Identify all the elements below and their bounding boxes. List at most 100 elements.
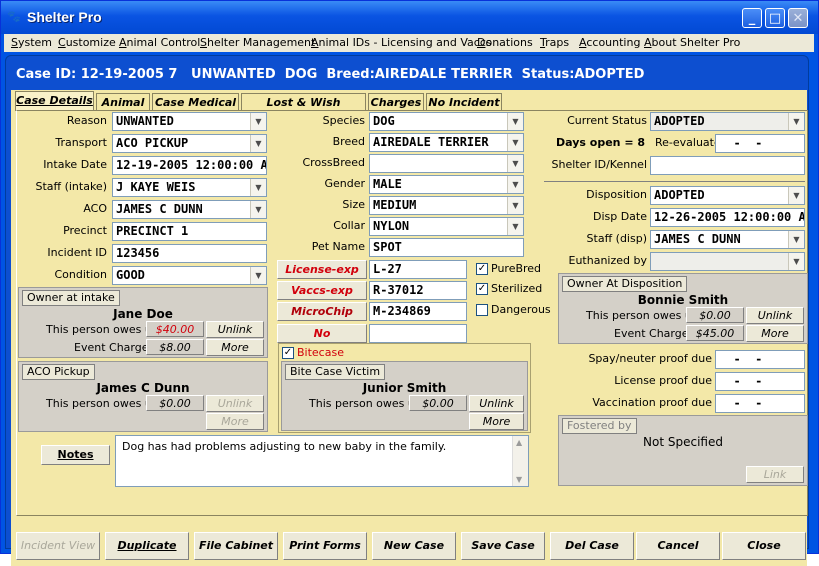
del-case-button[interactable]: Del Case — [550, 532, 634, 560]
staff-disp-select[interactable]: JAMES C DUNN ▼ — [650, 230, 805, 249]
case-form: Case ID: 12-19-2005 7 UNWANTED DOG Breed… — [5, 55, 809, 566]
chevron-down-icon[interactable]: ▼ — [250, 113, 266, 130]
transport-select[interactable]: ACO PICKUP ▼ — [112, 134, 267, 153]
maximize-button[interactable]: □ — [765, 8, 785, 28]
vacc-due-field[interactable]: - - — [715, 394, 805, 413]
tab-case-medical[interactable]: Case Medical — [152, 93, 239, 111]
bite-victim-more-button[interactable]: More — [469, 413, 524, 430]
aco-pickup-unlink-button[interactable]: Unlink — [206, 395, 264, 412]
species-select[interactable]: DOG ▼ — [369, 112, 524, 131]
menu-shelter-management[interactable]: Shelter Management — [200, 36, 315, 49]
incident-field[interactable]: 123456 — [112, 244, 267, 263]
vaccs-exp-button[interactable]: Vaccs-exp — [277, 281, 367, 300]
print-forms-button[interactable]: Print Forms — [283, 532, 367, 560]
title-bar[interactable]: 🐾 Shelter Pro _ □ ✕ — [1, 1, 818, 34]
notes-button[interactable]: Notes — [41, 445, 110, 465]
precinct-field[interactable]: PRECINCT 1 — [112, 222, 267, 241]
microchip-button[interactable]: MicroChip — [277, 302, 367, 321]
reason-select[interactable]: UNWANTED ▼ — [112, 112, 267, 131]
tab-charges[interactable]: Charges — [368, 93, 424, 111]
chevron-down-icon[interactable]: ▼ — [507, 176, 523, 193]
collar-select[interactable]: NYLON ▼ — [369, 217, 524, 236]
menu-donations[interactable]: Donations — [477, 36, 533, 49]
disp-date-field[interactable]: 12-26-2005 12:00:00 AM — [650, 208, 805, 227]
chevron-down-icon[interactable]: ▼ — [507, 134, 523, 151]
petname-field[interactable]: SPOT — [369, 238, 524, 257]
dangerous-checkbox[interactable] — [476, 304, 488, 316]
shelter-id-field[interactable] — [650, 156, 805, 175]
menu-system[interactable]: System — [11, 36, 52, 49]
euthanized-select[interactable]: ▼ — [650, 252, 805, 271]
sterilized-checkbox[interactable]: ✓ — [476, 283, 488, 295]
tab-animal[interactable]: Animal — [96, 93, 150, 111]
license-exp-button[interactable]: License-exp — [277, 260, 367, 279]
vaccs-field[interactable]: R-37012 — [369, 281, 467, 300]
new-case-button[interactable]: New Case — [372, 532, 456, 560]
bite-victim-group: Bite Case Victim Junior Smith This perso… — [281, 361, 528, 431]
condition-select[interactable]: GOOD ▼ — [112, 266, 267, 285]
tab-lost-wish[interactable]: Lost & Wish matches — [241, 93, 366, 127]
breed-label: Breed — [332, 135, 365, 148]
bite-victim-unlink-button[interactable]: Unlink — [469, 395, 524, 412]
duplicate-button[interactable]: Duplicate — [105, 532, 189, 560]
chevron-down-icon[interactable]: ▼ — [250, 267, 266, 284]
crossbreed-select[interactable]: ▼ — [369, 154, 524, 173]
aco-pickup-more-button[interactable]: More — [206, 413, 264, 430]
menu-customize[interactable]: Customize — [58, 36, 116, 49]
aco-select[interactable]: JAMES C DUNN ▼ — [112, 200, 267, 219]
chevron-down-icon[interactable]: ▼ — [507, 155, 523, 172]
spay-field[interactable]: - - — [715, 350, 805, 369]
menu-about[interactable]: About Shelter Pro — [644, 36, 740, 49]
noreg-field[interactable] — [369, 324, 467, 343]
shelter-id-label: Shelter ID/Kennel — [551, 158, 648, 171]
staff-intake-select[interactable]: J KAYE WEIS ▼ — [112, 178, 267, 197]
owner-intake-unlink-button[interactable]: Unlink — [206, 321, 264, 338]
license-due-field[interactable]: - - — [715, 372, 805, 391]
incident-view-button[interactable]: Incident View — [16, 532, 100, 560]
chevron-down-icon[interactable]: ▼ — [250, 179, 266, 196]
close-window-button[interactable]: ✕ — [788, 8, 808, 28]
intake-date-field[interactable]: 12-19-2005 12:00:00 AM — [112, 156, 267, 175]
minimize-button[interactable]: _ — [742, 8, 762, 28]
chevron-down-icon[interactable]: ▼ — [250, 135, 266, 152]
breed-select[interactable]: AIREDALE TERRIER ▼ — [369, 133, 524, 152]
tab-no-incident[interactable]: No Incident — [426, 93, 502, 111]
reevaluate-field[interactable]: - - — [715, 134, 805, 153]
current-status-select[interactable]: ADOPTED ▼ — [650, 112, 805, 131]
notes-scrollbar[interactable]: ▲ ▼ — [512, 436, 528, 486]
chevron-down-icon[interactable]: ▼ — [250, 201, 266, 218]
gender-select[interactable]: MALE ▼ — [369, 175, 524, 194]
fostered-link-button[interactable]: Link — [746, 466, 804, 483]
chevron-down-icon[interactable]: ▼ — [788, 113, 804, 130]
notes-field[interactable]: Dog has had problems adjusting to new ba… — [115, 435, 529, 487]
scroll-up-icon[interactable]: ▲ — [516, 438, 522, 447]
menu-traps[interactable]: Traps — [540, 36, 569, 49]
license-field[interactable]: L-27 — [369, 260, 467, 279]
bitecase-checkbox[interactable]: ✓ — [282, 347, 294, 359]
cancel-button[interactable]: Cancel — [636, 532, 720, 560]
disposition-select[interactable]: ADOPTED ▼ — [650, 186, 805, 205]
microchip-field[interactable]: M-234869 — [369, 302, 467, 321]
purebred-checkbox[interactable]: ✓ — [476, 263, 488, 275]
chevron-down-icon[interactable]: ▼ — [507, 218, 523, 235]
owner-intake-more-button[interactable]: More — [206, 339, 264, 356]
chevron-down-icon[interactable]: ▼ — [788, 231, 804, 248]
no-registration-button[interactable]: No Registration — [277, 324, 367, 357]
menu-accounting[interactable]: Accounting — [579, 36, 640, 49]
scroll-down-icon[interactable]: ▼ — [516, 475, 522, 484]
chevron-down-icon[interactable]: ▼ — [507, 197, 523, 214]
owner-disp-unlink-button[interactable]: Unlink — [746, 307, 804, 324]
close-button[interactable]: Close — [722, 532, 806, 560]
chevron-down-icon[interactable]: ▼ — [788, 187, 804, 204]
menu-animal-control[interactable]: Animal Control — [119, 36, 200, 49]
intake-date-label: Intake Date — [43, 158, 107, 171]
tab-case-details[interactable]: Case Details — [15, 91, 94, 111]
menu-animal-ids[interactable]: Animal IDs - Licensing and Vaccs — [311, 36, 492, 49]
owner-disp-more-button[interactable]: More — [746, 325, 804, 342]
chevron-down-icon[interactable]: ▼ — [788, 253, 804, 270]
save-case-button[interactable]: Save Case — [461, 532, 545, 560]
file-cabinet-button[interactable]: File Cabinet — [194, 532, 278, 560]
size-select[interactable]: MEDIUM ▼ — [369, 196, 524, 215]
chevron-down-icon[interactable]: ▼ — [507, 113, 523, 130]
owner-intake-group: Owner at intake Jane Doe This person owe… — [18, 287, 268, 358]
